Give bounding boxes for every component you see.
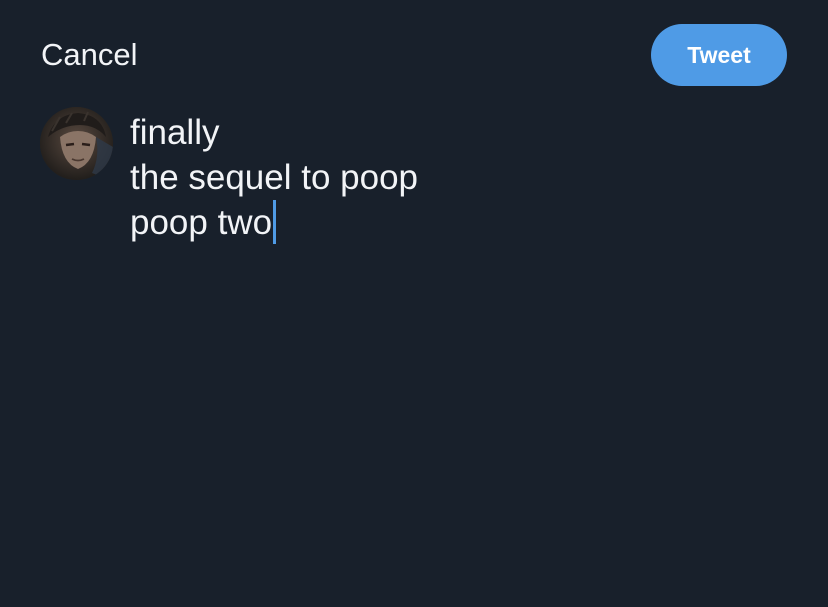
compose-line: finally bbox=[130, 113, 220, 152]
tweet-compose-textarea[interactable]: finally the sequel to poop poop two bbox=[130, 110, 790, 245]
compose-line-last: poop two bbox=[130, 200, 790, 245]
text-caret bbox=[273, 200, 277, 244]
avatar[interactable] bbox=[40, 107, 113, 180]
compose-tweet-screen: Cancel Tweet finally the sequel to poop … bbox=[0, 0, 828, 607]
compose-line: the sequel to poop bbox=[130, 158, 419, 197]
cancel-button[interactable]: Cancel bbox=[41, 36, 138, 74]
compose-line-text: poop two bbox=[130, 203, 273, 242]
avatar-image bbox=[40, 107, 113, 180]
tweet-button[interactable]: Tweet bbox=[651, 24, 787, 86]
